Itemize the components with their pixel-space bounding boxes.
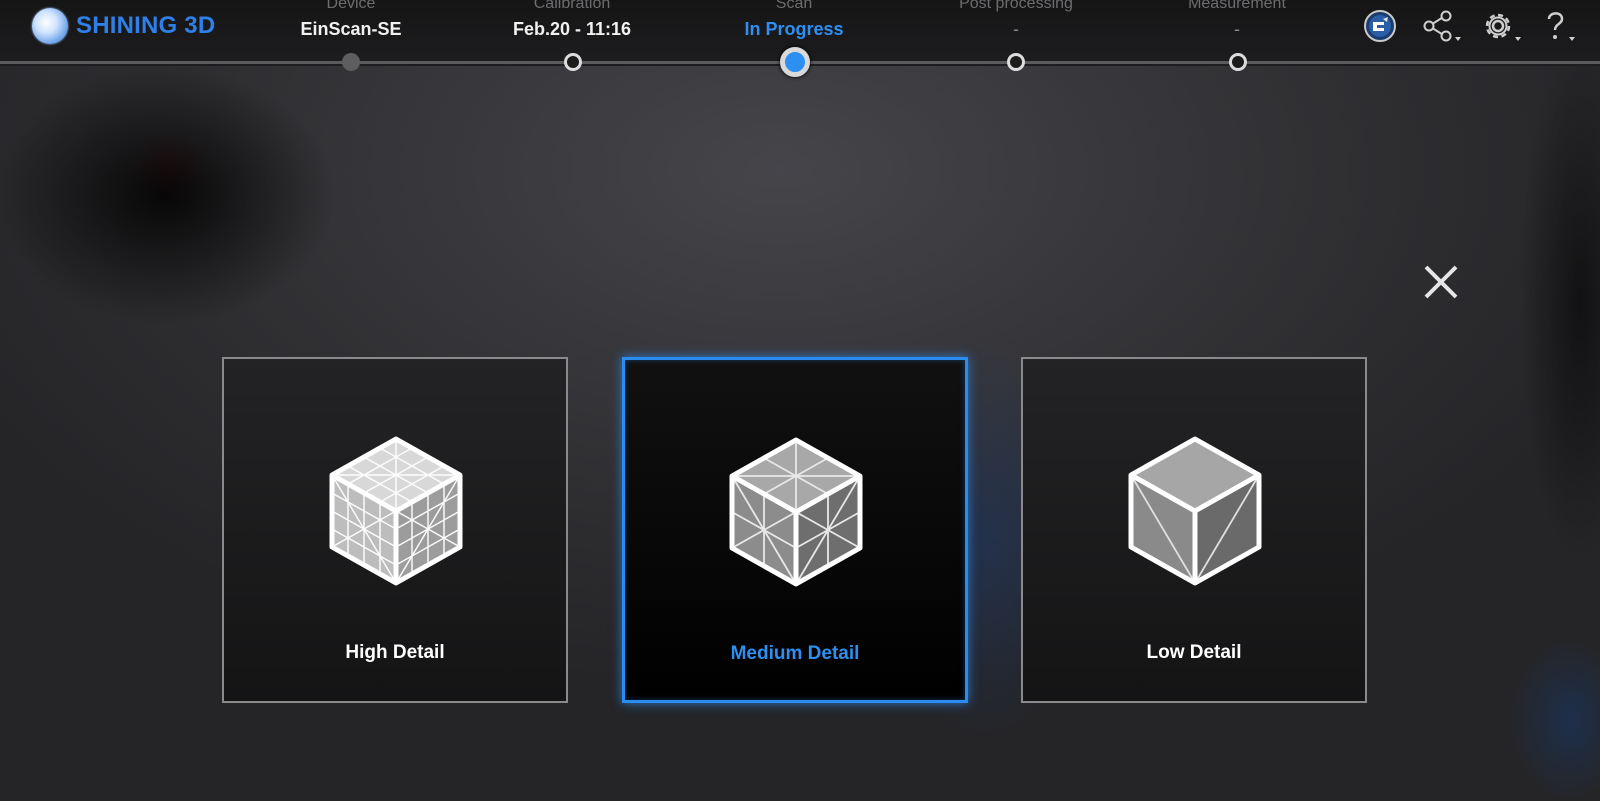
step-node-scan xyxy=(780,47,810,77)
option-label: High Detail xyxy=(345,642,445,663)
step-label: Scan xyxy=(775,0,813,12)
step-label: Device xyxy=(326,0,376,12)
low-detail-cube-icon xyxy=(1128,436,1262,586)
step-value: EinScan-SE xyxy=(300,19,402,39)
option-medium-detail[interactable]: Medium Detail xyxy=(622,357,968,703)
gear-icon xyxy=(1485,13,1521,41)
step-node-measurement xyxy=(1229,53,1247,71)
step-calibration[interactable]: Calibration Feb.20 - 11:16 xyxy=(472,0,672,40)
step-scan[interactable]: Scan In Progress xyxy=(694,0,894,40)
medium-detail-cube-icon xyxy=(729,437,863,587)
option-label: Low Detail xyxy=(1146,642,1242,663)
chevron-down-icon xyxy=(1569,37,1575,41)
step-label: Calibration xyxy=(533,0,611,12)
close-button[interactable] xyxy=(1421,262,1461,302)
option-label: Medium Detail xyxy=(730,643,860,664)
help-button[interactable] xyxy=(1540,8,1582,44)
brand-logo: SHINING 3D xyxy=(32,8,215,44)
shining-3d-logo-icon xyxy=(32,8,68,44)
step-node-calibration xyxy=(564,53,582,71)
step-measurement[interactable]: Measurement - xyxy=(1137,0,1337,40)
ek-model-button[interactable] xyxy=(1362,8,1404,44)
step-value: In Progress xyxy=(744,19,844,39)
option-high-detail[interactable]: High Detail xyxy=(222,357,568,703)
step-label: Post processing xyxy=(959,0,1073,12)
brand-name: SHINING 3D xyxy=(76,12,216,39)
option-low-detail[interactable]: Low Detail xyxy=(1021,357,1367,703)
help-icon xyxy=(1547,12,1575,41)
step-post-processing[interactable]: Post processing - xyxy=(916,0,1116,40)
step-device[interactable]: Device EinScan-SE xyxy=(251,0,451,40)
step-value: Feb.20 - 11:16 xyxy=(512,19,632,39)
step-node-device xyxy=(342,53,360,71)
chevron-down-icon xyxy=(1455,37,1461,41)
step-label: Measurement xyxy=(1188,0,1286,12)
share-button[interactable] xyxy=(1420,8,1462,44)
step-value: - xyxy=(1234,19,1240,39)
step-value: - xyxy=(1013,19,1019,39)
chevron-down-icon xyxy=(1515,37,1521,41)
high-detail-cube-icon xyxy=(329,436,463,586)
step-node-post-processing xyxy=(1007,53,1025,71)
close-icon xyxy=(1424,265,1458,299)
settings-button[interactable] xyxy=(1480,8,1522,44)
share-icon xyxy=(1423,10,1461,42)
ek-model-icon xyxy=(1364,10,1396,42)
